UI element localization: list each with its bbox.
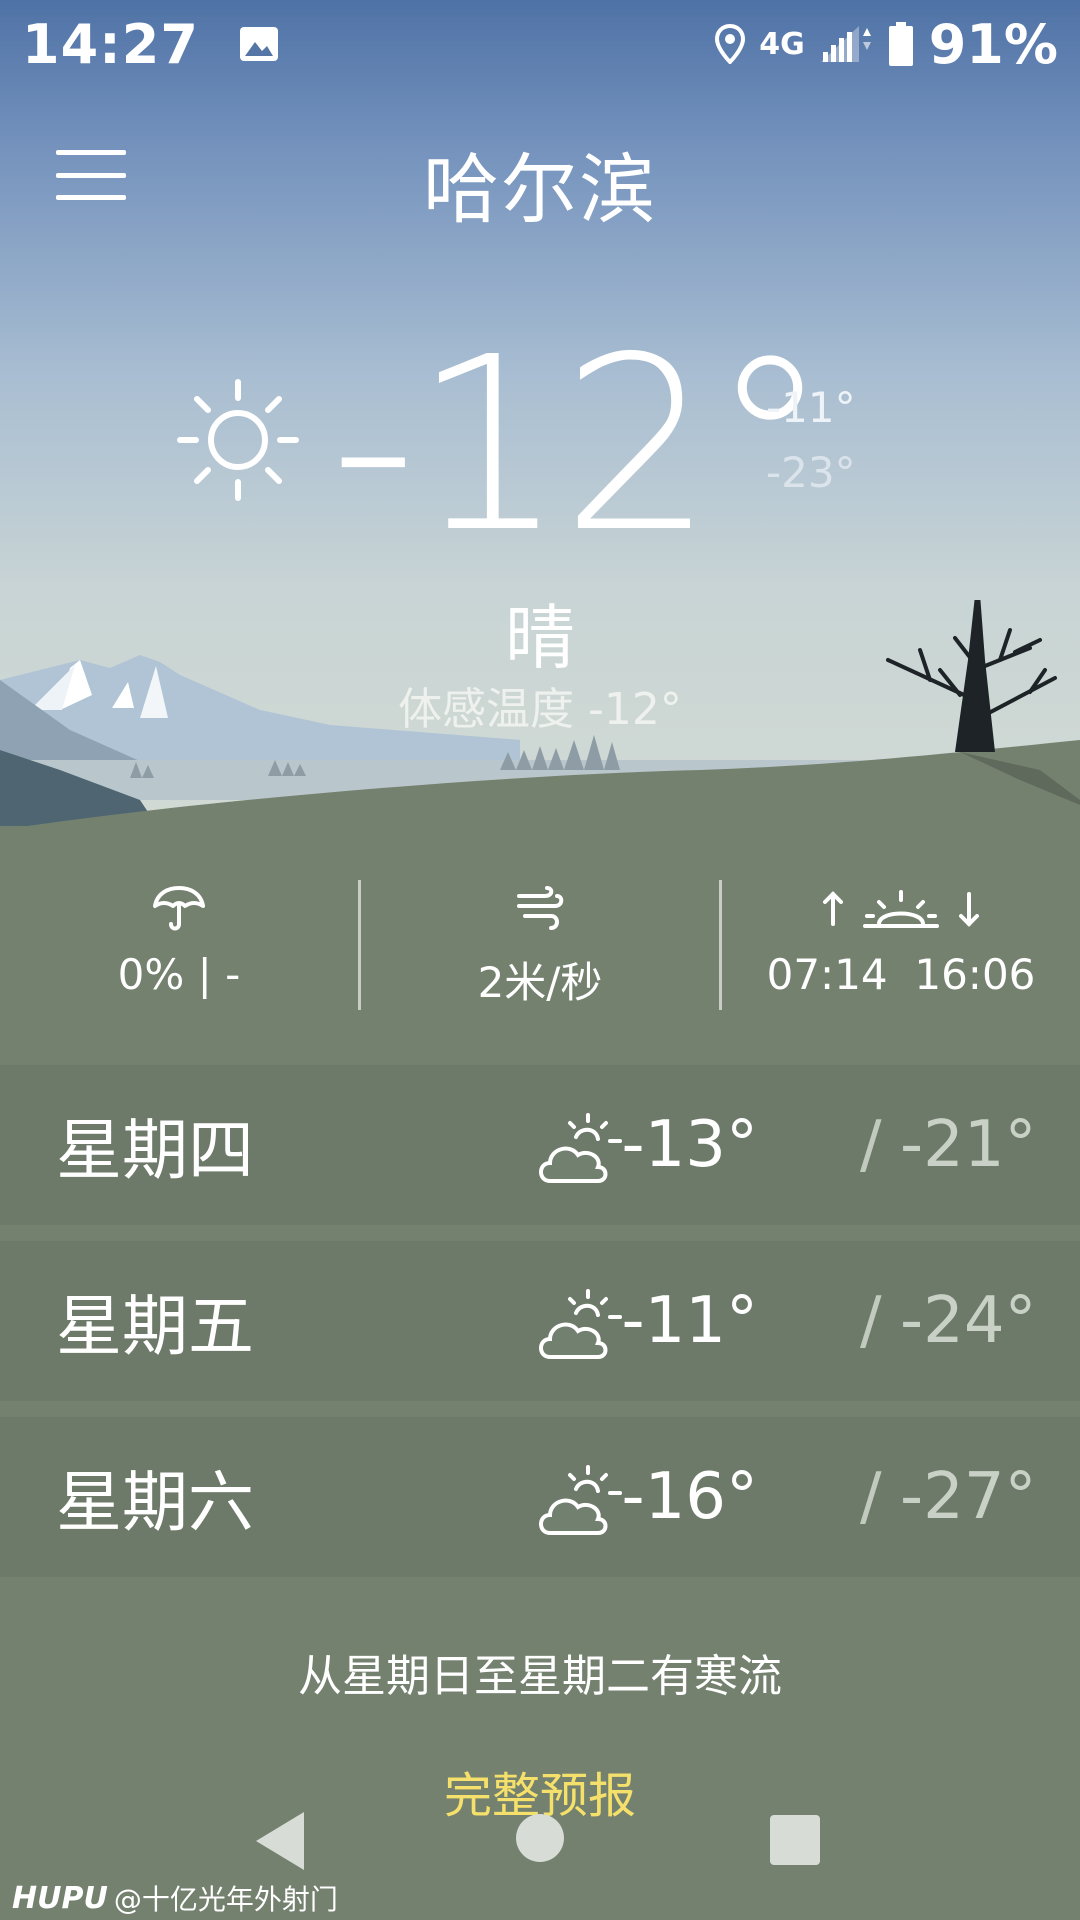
weather-condition: 晴 — [505, 597, 575, 679]
cold-wave-alert: 从星期日至星期二有寒流 — [298, 1651, 782, 1702]
system-navigation-bar — [0, 1806, 1080, 1876]
wind-value: 2米/秒 — [477, 958, 603, 1007]
home-button[interactable] — [516, 1814, 564, 1862]
partly-cloudy-icon — [539, 1289, 622, 1359]
precipitation-value: 0% | - — [117, 950, 241, 999]
forecast-low: -27° — [900, 1460, 1037, 1534]
forecast-high: -13° — [621, 1108, 758, 1182]
current-temperature: -12° — [330, 305, 830, 585]
sun-icon — [177, 379, 299, 501]
battery-percent: 91% — [928, 12, 1058, 76]
battery-icon — [888, 22, 913, 66]
back-button[interactable] — [256, 1812, 304, 1870]
partly-cloudy-icon — [539, 1113, 622, 1183]
status-bar: 14:27 4G 91% — [0, 0, 1080, 88]
precipitation-detail: 0% | - — [0, 880, 358, 1010]
image-notification-icon — [239, 27, 278, 61]
watermark: HUPU @十亿光年外射门 — [12, 1880, 338, 1917]
temp-separator: / — [860, 1460, 882, 1534]
today-high: -11° — [766, 383, 856, 432]
sun-times-detail: 07:14 16:06 — [722, 880, 1080, 1010]
feels-like: 体感温度 -12° — [398, 684, 682, 735]
partly-cloudy-icon — [539, 1465, 622, 1535]
city-title[interactable]: 哈尔滨 — [0, 128, 1080, 238]
umbrella-icon — [153, 886, 205, 931]
daily-forecast-list: 星期四 -13° / -21° 星期五 -11° / -24° 星期六 -16°… — [0, 1065, 1080, 1593]
forecast-row-saturday[interactable]: 星期六 -16° / -27° — [0, 1417, 1080, 1577]
temp-separator: / — [860, 1108, 882, 1182]
temp-separator: / — [860, 1284, 882, 1358]
sunrise-sunset-icon — [823, 890, 979, 928]
forecast-day: 星期五 — [56, 1288, 254, 1365]
wind-detail: 2米/秒 — [361, 880, 719, 1010]
location-icon — [715, 24, 746, 64]
forecast-row-friday[interactable]: 星期五 -11° / -24° — [0, 1241, 1080, 1401]
watermark-logo: HUPU — [12, 1880, 108, 1916]
recent-apps-button[interactable] — [770, 1815, 820, 1865]
forecast-low: -21° — [900, 1108, 1037, 1182]
forecast-day: 星期六 — [56, 1464, 254, 1541]
network-type: 4G — [759, 26, 805, 62]
forecast-low: -24° — [900, 1284, 1037, 1358]
weather-details: 0% | - 2米/秒 07:14 16:06 — [0, 880, 1080, 1010]
status-time: 14:27 — [22, 12, 199, 76]
forecast-high: -16° — [621, 1460, 758, 1534]
forecast-row-thursday[interactable]: 星期四 -13° / -21° — [0, 1065, 1080, 1225]
signal-icon — [820, 26, 871, 62]
today-low: -23° — [766, 448, 856, 497]
sun-times-value: 07:14 16:06 — [766, 950, 1036, 999]
watermark-user: @十亿光年外射门 — [113, 1883, 338, 1916]
forecast-day: 星期四 — [56, 1112, 254, 1189]
wind-icon — [517, 885, 564, 930]
forecast-high: -11° — [621, 1284, 758, 1358]
